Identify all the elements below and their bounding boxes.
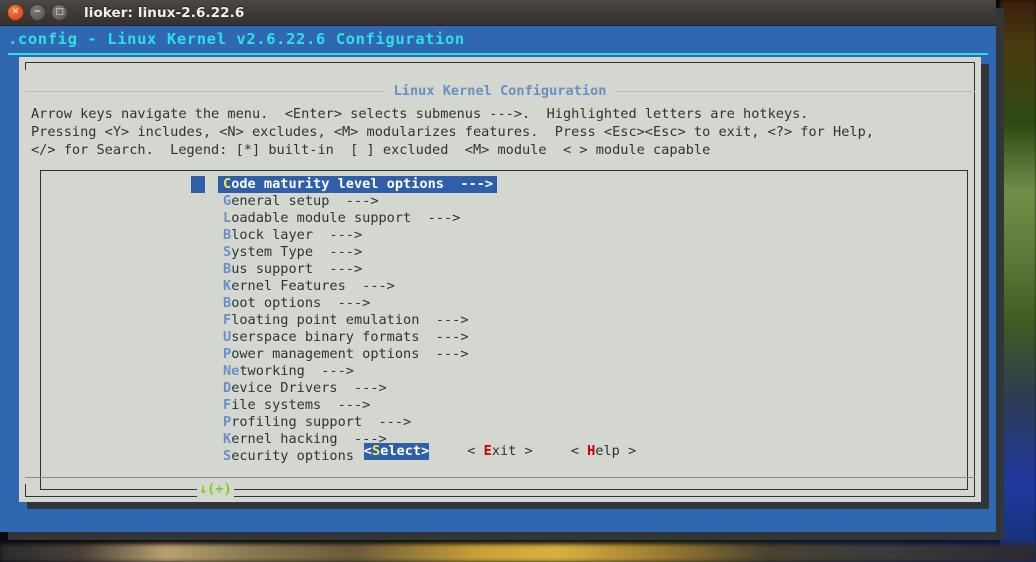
menu-item-label: serspace binary formats ---> bbox=[231, 329, 469, 345]
close-glyph: ✕ bbox=[11, 7, 20, 17]
menu-item-label: ower management options ---> bbox=[231, 346, 469, 362]
menu-item-label: tworking ---> bbox=[239, 363, 354, 379]
menu-item[interactable]: System Type ---> bbox=[41, 244, 967, 261]
menu-item[interactable]: Kernel Features ---> bbox=[41, 278, 967, 295]
menu-items[interactable]: Code maturity level options ---> General … bbox=[41, 176, 967, 465]
menu-item[interactable]: Bus support ---> bbox=[41, 261, 967, 278]
button-label: elect> bbox=[380, 443, 430, 459]
menuconfig-dialog: Linux Kernel Configuration Arrow keys na… bbox=[19, 57, 981, 502]
maximize-icon[interactable]: □ bbox=[51, 4, 68, 21]
dialog-title-bar: Linux Kernel Configuration bbox=[25, 83, 976, 100]
dialog-title: Linux Kernel Configuration bbox=[393, 83, 607, 99]
help-line: Pressing <Y> includes, <N> excludes, <M>… bbox=[31, 124, 874, 140]
minimize-glyph: − bbox=[33, 7, 42, 17]
window-title: lioker: linux-2.6.22.6 bbox=[84, 4, 245, 21]
menu-list-box: Code maturity level options ---> General … bbox=[40, 170, 968, 498]
button-prefix: < bbox=[363, 443, 372, 459]
desktop-wallpaper-right-edge bbox=[1000, 0, 1036, 562]
menu-item-label: ystem Type ---> bbox=[231, 244, 363, 260]
menu-item[interactable]: Code maturity level options ---> bbox=[41, 176, 967, 193]
menu-item-label: evice Drivers ---> bbox=[231, 380, 387, 396]
menu-item[interactable]: Device Drivers ---> bbox=[41, 380, 967, 397]
menu-item-label: ernel Features ---> bbox=[231, 278, 395, 294]
dialog-button-row[interactable]: <Select> < Exit > < Help > bbox=[19, 443, 981, 460]
menu-item-hotkey: B bbox=[223, 261, 232, 277]
exit-button[interactable]: < Exit > bbox=[467, 443, 532, 460]
menu-item[interactable]: Power management options ---> bbox=[41, 346, 967, 363]
dialog-bottom-rule bbox=[25, 477, 975, 478]
menu-item-hotkey: S bbox=[223, 244, 232, 260]
help-line: Arrow keys navigate the menu. <Enter> se… bbox=[31, 106, 809, 122]
menu-item-hotkey: G bbox=[223, 193, 232, 209]
help-line: </> for Search. Legend: [*] built-in [ ]… bbox=[31, 142, 711, 158]
dialog-frame-corner-bottom-left bbox=[25, 484, 26, 497]
header-divider bbox=[8, 53, 988, 55]
dialog-help-text: Arrow keys navigate the menu. <Enter> se… bbox=[31, 105, 976, 159]
menu-item-hotkey: P bbox=[223, 346, 232, 362]
menu-item[interactable]: General setup ---> bbox=[41, 193, 967, 210]
menu-item-label: lock layer ---> bbox=[231, 227, 363, 243]
scroll-more-indicator: ↓(+) bbox=[197, 481, 234, 498]
dialog-title-rule-left bbox=[25, 91, 385, 92]
menu-item-hotkey: K bbox=[223, 278, 232, 294]
button-label: elp > bbox=[595, 443, 637, 459]
kernel-config-header: .config - Linux Kernel v2.6.22.6 Configu… bbox=[8, 30, 465, 48]
minimize-icon[interactable]: − bbox=[29, 4, 46, 21]
menu-item-label: ode maturity level options ---> bbox=[231, 176, 494, 192]
button-hotkey: E bbox=[483, 443, 492, 459]
menu-item[interactable]: Block layer ---> bbox=[41, 227, 967, 244]
menu-item-hotkey: B bbox=[223, 227, 232, 243]
menu-item[interactable]: Networking ---> bbox=[41, 363, 967, 380]
help-button[interactable]: < Help > bbox=[571, 443, 636, 460]
menu-item-label: ile systems ---> bbox=[231, 397, 371, 413]
dialog-frame-corner-top-left bbox=[25, 62, 26, 70]
select-button[interactable]: <Select> bbox=[363, 443, 430, 460]
maximize-glyph: □ bbox=[55, 7, 64, 17]
terminal-window: ✕ − □ lioker: linux-2.6.22.6 .config - L… bbox=[0, 0, 996, 532]
window-titlebar[interactable]: ✕ − □ lioker: linux-2.6.22.6 bbox=[0, 0, 996, 26]
menu-item-hotkey: P bbox=[223, 414, 232, 430]
menu-item[interactable]: Boot options ---> bbox=[41, 295, 967, 312]
desktop-wallpaper-bottom-edge bbox=[0, 544, 1036, 562]
menu-item-hotkey: C bbox=[223, 176, 232, 192]
menu-item-label: us support ---> bbox=[231, 261, 363, 277]
menu-item-hotkey: F bbox=[223, 312, 232, 328]
menu-item-label: rofiling support ---> bbox=[231, 414, 412, 430]
button-prefix: < bbox=[467, 443, 484, 459]
menu-item[interactable]: Profiling support ---> bbox=[41, 414, 967, 431]
menu-item[interactable]: Loadable module support ---> bbox=[41, 210, 967, 227]
selection-marker bbox=[191, 176, 205, 193]
menu-item-label: loating point emulation ---> bbox=[231, 312, 469, 328]
menu-item-hotkey: F bbox=[223, 397, 232, 413]
menu-item-hotkey: B bbox=[223, 295, 232, 311]
terminal-screen: .config - Linux Kernel v2.6.22.6 Configu… bbox=[0, 26, 996, 532]
menu-item-label: oadable module support ---> bbox=[231, 210, 461, 226]
menu-item-label: oot options ---> bbox=[231, 295, 371, 311]
menu-item-hotkey: L bbox=[223, 210, 232, 226]
menu-item-hotkey: D bbox=[223, 380, 232, 396]
menu-item-label: eneral setup ---> bbox=[231, 193, 379, 209]
menu-item-selected: Code maturity level options ---> bbox=[218, 176, 498, 193]
button-label: xit > bbox=[491, 443, 533, 459]
menu-item-hotkey: U bbox=[223, 329, 232, 345]
button-hotkey: S bbox=[371, 443, 381, 459]
menu-item[interactable]: Userspace binary formats ---> bbox=[41, 329, 967, 346]
menu-item[interactable]: Floating point emulation ---> bbox=[41, 312, 967, 329]
menu-item-hotkey: Ne bbox=[223, 363, 240, 379]
menu-item[interactable]: File systems ---> bbox=[41, 397, 967, 414]
button-prefix: < bbox=[570, 443, 588, 459]
dialog-title-rule-right bbox=[615, 91, 976, 92]
close-icon[interactable]: ✕ bbox=[7, 4, 24, 21]
